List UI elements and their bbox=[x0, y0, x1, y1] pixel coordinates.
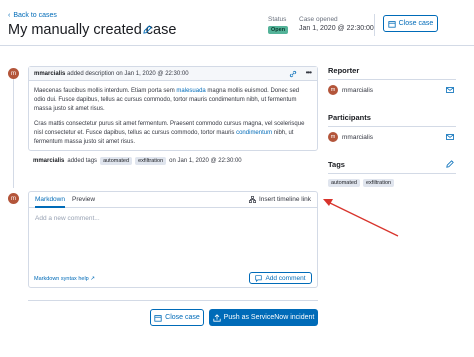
edit-title-pencil-icon[interactable] bbox=[143, 25, 152, 34]
comment-link[interactable]: condimentum bbox=[236, 130, 272, 136]
header-divider bbox=[374, 14, 375, 36]
tab-markdown[interactable]: Markdown bbox=[35, 196, 65, 208]
tag-badge: exfiltration bbox=[135, 157, 167, 165]
reporter-title: Reporter bbox=[328, 66, 360, 75]
more-actions-icon[interactable]: ••• bbox=[306, 68, 312, 77]
archive-icon bbox=[154, 314, 162, 322]
avatar: m bbox=[328, 85, 338, 95]
tags-divider bbox=[328, 173, 456, 174]
tab-preview[interactable]: Preview bbox=[72, 196, 95, 203]
back-to-cases-link[interactable]: ‹ Back to cases bbox=[8, 12, 57, 19]
comment-textarea[interactable]: Add a new comment... bbox=[35, 215, 100, 222]
edit-tags-pencil-icon[interactable] bbox=[446, 160, 454, 168]
timeline-icon bbox=[248, 196, 256, 203]
push-servicenow-button[interactable]: Push as ServiceNow incident bbox=[209, 309, 318, 326]
add-comment-button[interactable]: Add comment bbox=[249, 272, 312, 284]
participant-user: m mmarcialis bbox=[328, 132, 373, 142]
export-icon bbox=[213, 313, 221, 322]
reporter-divider bbox=[328, 79, 456, 80]
description-comment-card: mmarcialis added description on Jan 1, 2… bbox=[28, 66, 318, 151]
insert-timeline-link-button[interactable]: Insert timeline link bbox=[248, 196, 311, 203]
status-badge: Open bbox=[268, 26, 289, 34]
link-icon[interactable] bbox=[289, 70, 297, 78]
tags-added-event: mmarcialis added tags automated exfiltra… bbox=[33, 157, 242, 165]
header-separator bbox=[0, 45, 474, 46]
footer-separator bbox=[28, 300, 318, 301]
case-opened-value: Jan 1, 2020 @ 22:30:00 bbox=[299, 25, 374, 32]
comment-icon bbox=[255, 274, 263, 282]
reporter-user: m mmarcialis bbox=[328, 85, 373, 95]
comment-user: mmarcialis bbox=[34, 71, 66, 77]
status-label: Status bbox=[268, 16, 287, 23]
comment-editor: Markdown Preview Insert timeline link Ad… bbox=[28, 191, 318, 288]
chevron-left-icon: ‹ bbox=[8, 12, 11, 19]
timeline-line bbox=[13, 78, 14, 188]
tag-badge: automated bbox=[328, 179, 360, 187]
case-opened-label: Case opened bbox=[299, 16, 338, 23]
avatar: m bbox=[8, 193, 19, 204]
email-icon[interactable] bbox=[446, 134, 454, 140]
participants-divider bbox=[328, 126, 456, 127]
email-icon[interactable] bbox=[446, 87, 454, 93]
sidebar-tags: automated exfiltration bbox=[328, 179, 395, 187]
participants-title: Participants bbox=[328, 113, 371, 122]
close-case-button-header[interactable]: Close case bbox=[383, 15, 438, 32]
comment-action: added description on Jan 1, 2020 @ 22:30… bbox=[67, 71, 189, 77]
comment-header: mmarcialis added description on Jan 1, 2… bbox=[29, 67, 317, 81]
comment-link[interactable]: malesuada bbox=[176, 88, 205, 94]
event-user: mmarcialis bbox=[33, 158, 65, 164]
archive-icon bbox=[388, 20, 396, 28]
tag-badge: automated bbox=[100, 157, 133, 165]
external-link-icon: ↗ bbox=[90, 276, 95, 282]
close-case-button-footer[interactable]: Close case bbox=[150, 309, 204, 326]
avatar: m bbox=[8, 68, 19, 79]
comment-body: Maecenas faucibus mollis interdum. Etiam… bbox=[34, 88, 305, 145]
editor-tabs: Markdown Preview Insert timeline link bbox=[29, 192, 317, 208]
avatar: m bbox=[328, 132, 338, 142]
tag-badge: exfiltration bbox=[363, 179, 395, 187]
markdown-help-link[interactable]: Markdown syntax help ↗ bbox=[34, 276, 95, 282]
annotation-arrow bbox=[323, 199, 399, 237]
tags-title: Tags bbox=[328, 160, 345, 169]
